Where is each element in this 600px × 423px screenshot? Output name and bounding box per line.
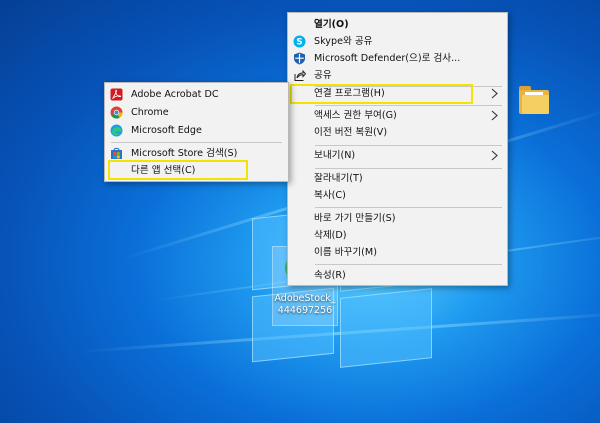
chevron-right-icon (489, 150, 500, 161)
app-item-label: Microsoft Edge (131, 125, 202, 136)
defender-shield-icon (293, 52, 306, 65)
app-item-acrobat[interactable]: Adobe Acrobat DC (105, 86, 288, 103)
file-name-line1: AdobeStock_ (274, 293, 336, 304)
menu-item-restore-previous[interactable]: 이전 버전 복원(V) (288, 124, 507, 141)
menu-separator (111, 142, 282, 143)
menu-item-label: 열기(O) (314, 19, 349, 30)
menu-item-send-to[interactable]: 보내기(N) (288, 147, 507, 164)
menu-item-label: 복사(C) (314, 190, 346, 201)
menu-item-share[interactable]: 공유 (288, 67, 507, 84)
menu-separator (315, 264, 502, 265)
menu-separator (315, 105, 502, 106)
menu-item-label: 이전 버전 복원(V) (314, 127, 388, 138)
menu-item-label: 속성(R) (314, 270, 346, 281)
acrobat-icon (110, 88, 123, 101)
app-item-edge[interactable]: Microsoft Edge (105, 122, 288, 139)
chevron-right-icon (489, 110, 500, 121)
file-name-line2: 444697256 (277, 305, 333, 316)
menu-item-grant-access[interactable]: 액세스 권한 부여(G) (288, 107, 507, 124)
menu-item-rename[interactable]: 이름 바꾸기(M) (288, 244, 507, 261)
app-item-label: Adobe Acrobat DC (131, 89, 219, 100)
menu-item-label: 액세스 권한 부여(G) (314, 110, 397, 121)
menu-item-defender-scan[interactable]: Microsoft Defender(으)로 검사... (288, 50, 507, 67)
menu-item-create-shortcut[interactable]: 바로 가기 만들기(S) (288, 210, 507, 227)
context-menu: 열기(O) S Skype와 공유 Microsoft Defender(으)로… (287, 12, 508, 286)
svg-text:S: S (296, 38, 302, 48)
menu-item-properties[interactable]: 속성(R) (288, 267, 507, 284)
menu-item-copy[interactable]: 복사(C) (288, 187, 507, 204)
highlight-box-choose-other (108, 160, 248, 180)
open-with-submenu: Adobe Acrobat DC Chrome Microsoft Edge M… (104, 82, 289, 182)
windows-logo-pane (340, 288, 432, 368)
highlight-box-open-with (290, 84, 473, 104)
menu-separator (315, 168, 502, 169)
menu-item-label: 잘라내기(T) (314, 173, 363, 184)
skype-icon: S (293, 35, 306, 48)
menu-separator (315, 145, 502, 146)
menu-item-label: 이름 바꾸기(M) (314, 247, 377, 258)
menu-item-open[interactable]: 열기(O) (288, 16, 507, 33)
edge-icon (110, 124, 123, 137)
menu-item-label: 바로 가기 만들기(S) (314, 213, 396, 224)
menu-item-delete[interactable]: 삭제(D) (288, 227, 507, 244)
store-icon (110, 147, 123, 160)
folder-icon[interactable] (519, 86, 549, 116)
chrome-icon (110, 106, 123, 119)
menu-separator (315, 207, 502, 208)
menu-item-label: 보내기(N) (314, 150, 356, 161)
menu-item-label: 삭제(D) (314, 230, 347, 241)
menu-item-cut[interactable]: 잘라내기(T) (288, 170, 507, 187)
menu-item-label: 공유 (314, 70, 332, 81)
share-icon (293, 69, 307, 82)
app-item-chrome[interactable]: Chrome (105, 104, 288, 121)
menu-item-label: Skype와 공유 (314, 36, 373, 47)
menu-item-skype-share[interactable]: S Skype와 공유 (288, 33, 507, 50)
menu-item-label: Microsoft Defender(으)로 검사... (314, 53, 461, 64)
chevron-right-icon (489, 88, 500, 99)
app-item-label: Chrome (131, 107, 169, 118)
